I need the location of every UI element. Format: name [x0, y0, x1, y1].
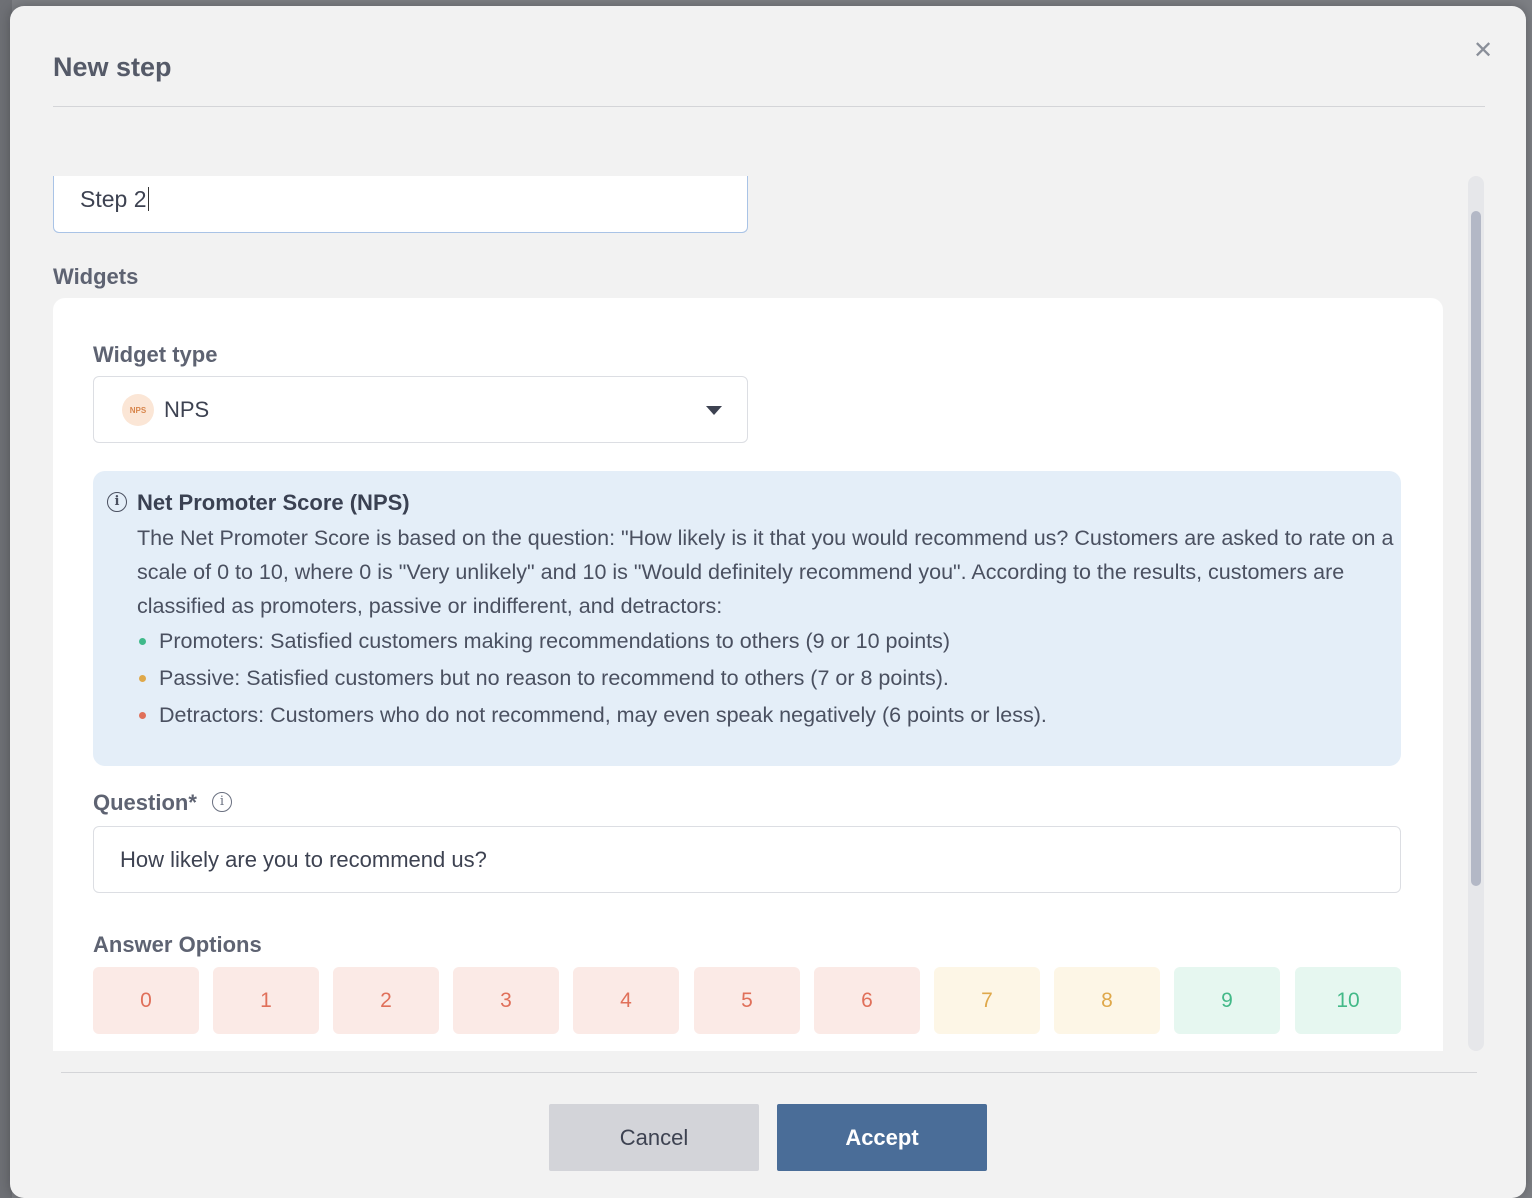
- answer-option-5[interactable]: 5: [694, 967, 800, 1034]
- bullet-passive: Passive: Satisfied customers but no reas…: [137, 660, 1047, 697]
- answer-option-2[interactable]: 2: [333, 967, 439, 1034]
- scrollbar-thumb[interactable]: [1471, 211, 1481, 886]
- new-step-modal: New step ✕ Step 2 Widgets Widget type NP…: [10, 6, 1526, 1198]
- widgets-section-label: Widgets: [53, 264, 139, 289]
- widget-type-label: Widget type: [93, 342, 218, 367]
- modal-scroll-area: Step 2 Widgets Widget type NPS NPS i Net…: [53, 176, 1443, 1051]
- question-label: Question*: [93, 790, 197, 815]
- bullet-text: Detractors: Customers who do not recomme…: [159, 703, 1047, 727]
- answer-option-1[interactable]: 1: [213, 967, 319, 1034]
- question-info-icon[interactable]: i: [212, 792, 232, 812]
- bullet-detractors: Detractors: Customers who do not recomme…: [137, 697, 1047, 734]
- passive-bullet-dot: [139, 675, 146, 682]
- header-divider: [53, 106, 1485, 107]
- widget-type-value: NPS: [164, 397, 210, 422]
- chevron-down-icon: [706, 406, 722, 415]
- answer-option-10[interactable]: 10: [1295, 967, 1401, 1034]
- answer-option-9[interactable]: 9: [1174, 967, 1280, 1034]
- bullet-text: Promoters: Satisfied customers making re…: [159, 629, 951, 653]
- promoter-bullet-dot: [139, 638, 146, 645]
- answer-option-3[interactable]: 3: [453, 967, 559, 1034]
- nps-info-box: i Net Promoter Score (NPS) The Net Promo…: [93, 471, 1401, 766]
- info-title: Net Promoter Score (NPS): [137, 490, 410, 515]
- detractor-bullet-dot: [139, 712, 146, 719]
- answer-option-8[interactable]: 8: [1054, 967, 1160, 1034]
- accept-button[interactable]: Accept: [777, 1104, 987, 1171]
- nps-icon: NPS: [122, 394, 154, 426]
- answer-option-0[interactable]: 0: [93, 967, 199, 1034]
- close-icon[interactable]: ✕: [1468, 36, 1498, 66]
- question-input[interactable]: [93, 826, 1401, 893]
- answer-option-7[interactable]: 7: [934, 967, 1040, 1034]
- footer-divider: [61, 1072, 1477, 1073]
- widget-card: Widget type NPS NPS i Net Promoter Score…: [53, 298, 1443, 1051]
- step-name-value: Step 2: [80, 186, 147, 212]
- info-bullet-list: Promoters: Satisfied customers making re…: [137, 623, 1047, 734]
- answer-options-row: 0 1 2 3 4 5 6 7 8 9 10: [93, 967, 1401, 1034]
- text-caret: [147, 187, 149, 211]
- modal-title: New step: [53, 52, 172, 82]
- bullet-text: Passive: Satisfied customers but no reas…: [159, 666, 949, 690]
- answer-option-6[interactable]: 6: [814, 967, 920, 1034]
- info-icon: i: [107, 492, 127, 512]
- answer-options-label: Answer Options: [93, 932, 262, 957]
- widget-type-select[interactable]: NPS NPS: [93, 376, 748, 443]
- step-name-input[interactable]: Step 2: [53, 176, 748, 233]
- answer-option-4[interactable]: 4: [573, 967, 679, 1034]
- bullet-promoters: Promoters: Satisfied customers making re…: [137, 623, 1047, 660]
- info-paragraph: The Net Promoter Score is based on the q…: [137, 526, 1394, 618]
- cancel-button[interactable]: Cancel: [549, 1104, 759, 1171]
